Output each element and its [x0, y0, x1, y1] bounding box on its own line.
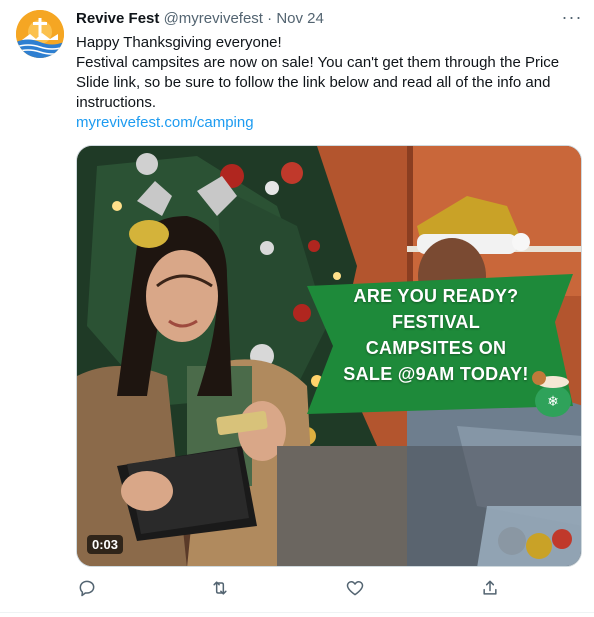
- tweet-divider: [0, 612, 594, 613]
- avatar[interactable]: [16, 10, 64, 58]
- overlay-line-2: FESTIVAL: [391, 312, 481, 332]
- tweet-link[interactable]: myrevivefest.com/camping: [76, 114, 254, 131]
- promo-overlay-text: ARE YOU READY? FESTIVAL CAMPSITES ON SAL…: [300, 283, 572, 387]
- video-timestamp: 0:03: [87, 535, 124, 554]
- more-icon: ···: [561, 7, 583, 27]
- tweet[interactable]: Revive Fest @myrevivefest · Nov 24 ··· H…: [0, 0, 594, 617]
- author-handle[interactable]: @myrevivefest: [164, 10, 263, 27]
- share-button[interactable]: [480, 578, 502, 600]
- overlay-line-4: SALE @9AM TODAY!: [343, 364, 529, 384]
- action-bar: [76, 578, 576, 604]
- tweet-date[interactable]: Nov 24: [276, 10, 324, 27]
- overlay-line-3: CAMPSITES ON: [365, 338, 507, 358]
- tweet-text-line1: Happy Thanksgiving everyone!: [76, 34, 282, 51]
- retweet-icon: [213, 581, 227, 595]
- reply-button[interactable]: [77, 578, 99, 600]
- tweet-text: Happy Thanksgiving everyone! Festival ca…: [76, 33, 576, 133]
- header-separator: ·: [267, 10, 273, 27]
- overlay-line-1: ARE YOU READY?: [353, 286, 519, 306]
- author-name[interactable]: Revive Fest: [76, 10, 159, 27]
- share-icon: [483, 580, 497, 595]
- like-icon: [346, 581, 364, 596]
- tweet-text-line2: Festival campsites are now on sale! You …: [76, 54, 560, 111]
- tweet-header: Revive Fest @myrevivefest · Nov 24: [76, 10, 324, 30]
- more-options-button[interactable]: ···: [560, 7, 584, 31]
- like-button[interactable]: [345, 578, 367, 600]
- reply-icon: [79, 580, 95, 597]
- retweet-button[interactable]: [210, 578, 232, 600]
- svg-text:❄: ❄: [547, 394, 559, 410]
- revive-fest-logo: [16, 10, 64, 58]
